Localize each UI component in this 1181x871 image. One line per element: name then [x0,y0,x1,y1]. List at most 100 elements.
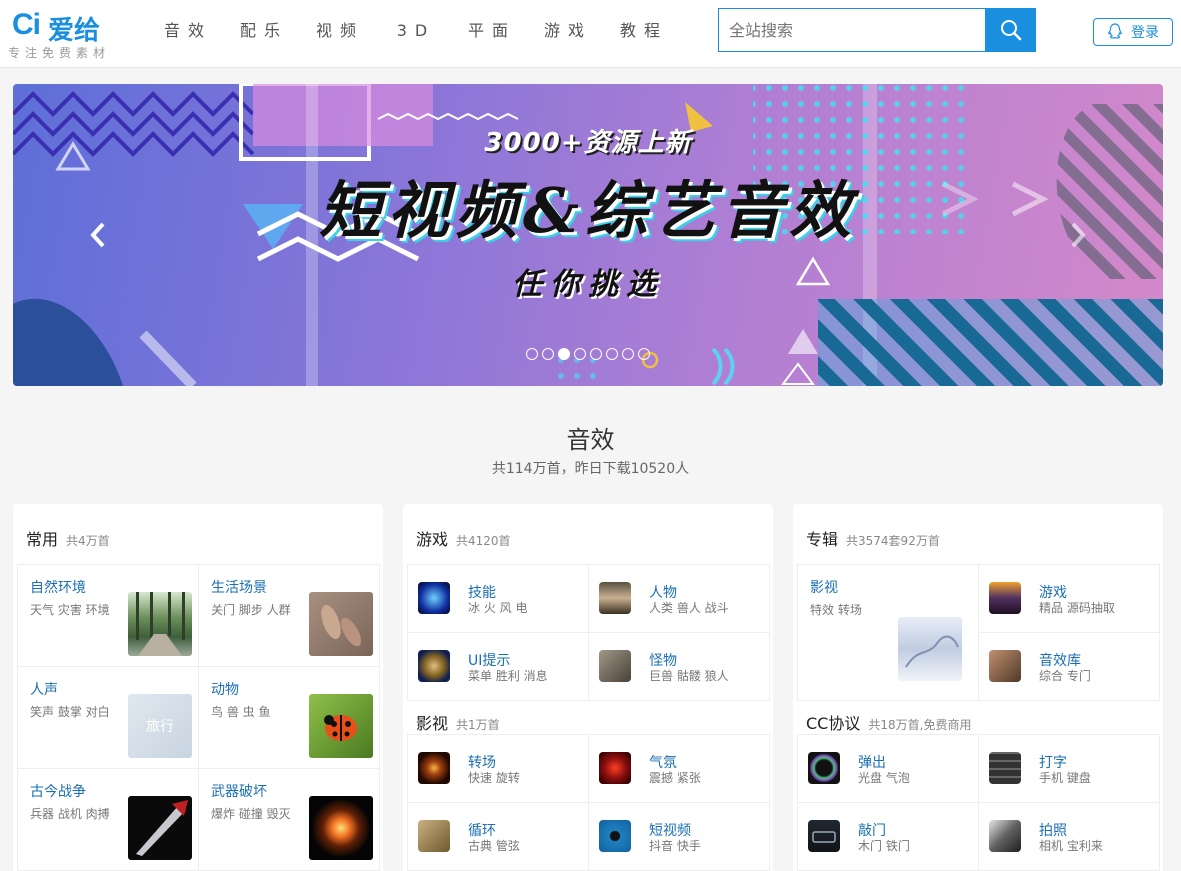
nav-item-game[interactable]: 游戏 [530,0,606,62]
category-tags: 震撼 紧张 [649,771,701,785]
category-typing[interactable]: 打字 手机 键盘 [978,734,1160,803]
banner-dot[interactable] [622,348,634,360]
atmosphere-icon [599,752,631,784]
category-tags: 关门 脚步 人群 [211,603,291,617]
war-thumbnail [128,796,192,860]
category-monster[interactable]: 怪物 巨兽 骷髅 狼人 [588,632,770,701]
category-tags: 古典 管弦 [468,839,520,853]
banner-dot[interactable] [542,348,554,360]
banner-pagination [526,348,650,360]
subsection-count: 共1万首 [456,718,500,732]
nav-item-graphic[interactable]: 平面 [454,0,530,62]
category-tags: 爆炸 碰撞 毁灭 [211,807,291,821]
ui-hint-icon [418,650,450,682]
category-tags: 木门 铁门 [858,839,910,853]
category-weapon[interactable]: 武器破坏 爆炸 碰撞 毁灭 [198,768,380,871]
card-count: 共3574套92万首 [846,534,940,548]
knock-icon [808,820,840,852]
category-character[interactable]: 人物 人类 兽人 战斗 [588,564,770,633]
banner-next-arrow[interactable] [1063,218,1093,252]
category-transition[interactable]: 转场 快速 旋转 [407,734,589,803]
card-album: 专辑 共3574套92万首 影视 特效 转场 游戏 精品 源码抽取 音效库 综合 … [793,504,1163,871]
category-tags: 冰 火 风 电 [468,601,528,615]
nav-item-music[interactable]: 配乐 [226,0,302,62]
subsection-header: 影视 共1万首 [416,710,500,734]
banner-dot[interactable] [606,348,618,360]
nav-item-tutorial[interactable]: 教程 [606,0,682,62]
card-title: 常用 [26,530,59,549]
hero-banner[interactable]: 3000+资源上新 短视频&综艺音效 任你挑选 [13,84,1163,386]
category-animal[interactable]: 动物 鸟 兽 虫 鱼 [198,666,380,769]
album-game[interactable]: 游戏 精品 源码抽取 [978,564,1160,633]
life-scene-thumbnail [309,592,373,656]
card-header: 常用 共4万首 [26,526,110,550]
album-tags: 综合 专门 [1039,669,1091,683]
banner-dot[interactable] [574,348,586,360]
login-label: 登录 [1131,25,1159,41]
logo-slogan: 专注免费素材 [8,46,111,60]
category-ui-hint[interactable]: UI提示 菜单 胜利 消息 [407,632,589,701]
banner-dot[interactable] [590,348,602,360]
card-count: 共4万首 [66,534,110,548]
category-title: 古今战争 [30,784,86,800]
banner-dot[interactable] [638,348,650,360]
login-button[interactable]: 登录 [1093,18,1173,46]
nav-item-3d[interactable]: 3D [378,0,454,62]
category-tags: 鸟 兽 虫 鱼 [211,705,271,719]
category-loop[interactable]: 循环 古典 管弦 [407,802,589,871]
card-title: 游戏 [416,530,449,549]
short-video-icon [599,820,631,852]
logo-mark: Ci [12,8,41,41]
search-input[interactable] [718,8,986,52]
banner-tagline: 3000+资源上新 [484,128,692,158]
category-atmosphere[interactable]: 气氛 震撼 紧张 [588,734,770,803]
category-tags: 相机 宝利来 [1039,839,1103,853]
banner-title: 短视频&综艺音效 [319,174,857,247]
album-library[interactable]: 音效库 综合 专门 [978,632,1160,701]
banner-dot[interactable] [558,348,570,360]
category-title: 武器破坏 [211,784,267,800]
category-knock[interactable]: 敲门 木门 铁门 [797,802,979,871]
category-tags: 兵器 战机 肉搏 [30,807,110,821]
card-game: 游戏 共4120首 技能 冰 火 风 电 人物 人类 兽人 战斗 UI提示 菜单 … [403,504,773,871]
nav-item-video[interactable]: 视频 [302,0,378,62]
nature-thumbnail [128,592,192,656]
category-title: 动物 [211,682,239,698]
popup-icon [808,752,840,784]
weapon-thumbnail [309,796,373,860]
voice-thumbnail: 旅行 [128,694,192,758]
nav-item-sound[interactable]: 音效 [150,0,226,62]
banner-dot[interactable] [526,348,538,360]
card-header: 游戏 共4120首 [416,526,511,550]
transition-icon [418,752,450,784]
chevron-right-icon [1071,222,1086,248]
site-logo[interactable]: Ci 爱给 专注免费素材 [8,6,138,64]
category-tags: 人类 兽人 战斗 [649,601,729,615]
category-short-video[interactable]: 短视频 抖音 快手 [588,802,770,871]
category-voice[interactable]: 人声 笑声 鼓掌 对白 旅行 [17,666,199,769]
category-popup[interactable]: 弹出 光盘 气泡 [797,734,979,803]
category-war[interactable]: 古今战争 兵器 战机 肉搏 [17,768,199,871]
card-count: 共4120首 [456,534,511,548]
category-title: 人声 [30,682,58,698]
album-tags: 精品 源码抽取 [1039,601,1115,615]
subsection-count: 共18万首,免费商用 [868,718,972,732]
category-life-scene[interactable]: 生活场景 关门 脚步 人群 [198,564,380,667]
search-box [718,8,1036,52]
keyboard-icon [989,752,1021,784]
category-skill[interactable]: 技能 冰 火 风 电 [407,564,589,633]
category-tags: 巨兽 骷髅 狼人 [649,669,729,683]
banner-prev-arrow[interactable] [83,218,113,252]
album-feature-film[interactable]: 影视 特效 转场 [797,564,979,701]
search-button[interactable] [985,8,1036,52]
skill-icon [418,582,450,614]
card-common: 常用 共4万首 自然环境 天气 灾害 环境 生活场景 关门 脚步 人群 人声 笑声… [13,504,383,871]
banner-subtitle: 任你挑选 [512,267,664,302]
thumbnail-caption: 旅行 [146,719,174,735]
monster-icon [599,650,631,682]
category-photo[interactable]: 拍照 相机 宝利来 [978,802,1160,871]
subsection-title: 影视 [416,714,449,733]
category-title: 生活场景 [211,580,267,596]
subsection-title: CC协议 [806,714,861,733]
category-nature[interactable]: 自然环境 天气 灾害 环境 [17,564,199,667]
